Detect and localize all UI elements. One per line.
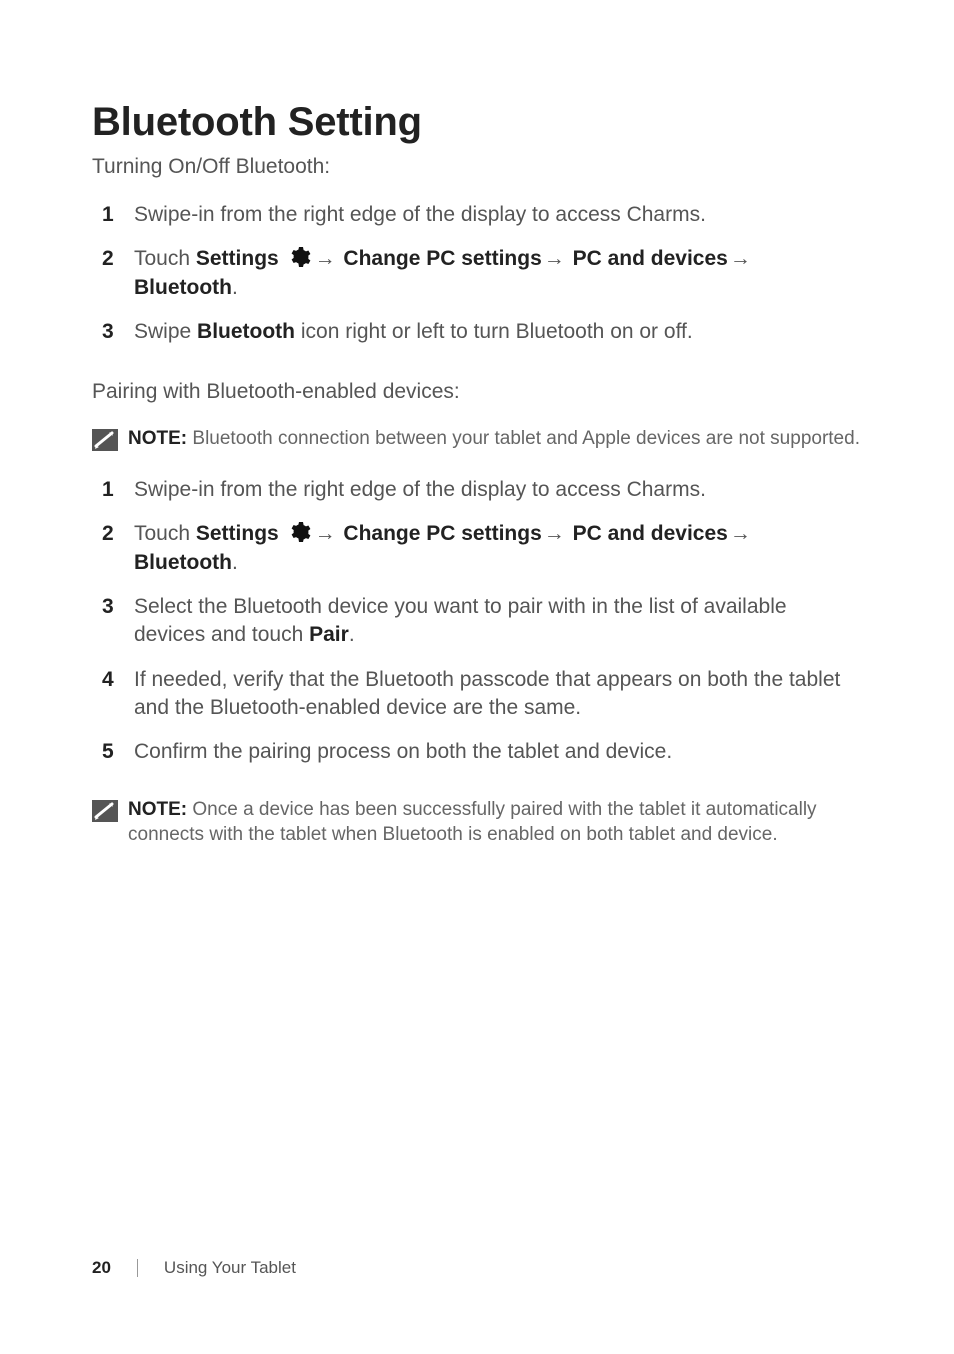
step-body: Confirm the pairing process on both the … bbox=[134, 738, 862, 766]
section1-intro: Turning On/Off Bluetooth: bbox=[92, 155, 862, 179]
text: . bbox=[232, 276, 238, 299]
label-change-pc-settings: Change PC settings bbox=[338, 247, 542, 270]
text: Swipe bbox=[134, 320, 197, 343]
note-text: NOTE: Once a device has been successfull… bbox=[128, 797, 862, 848]
label-pair: Pair bbox=[309, 623, 349, 646]
label-change-pc-settings: Change PC settings bbox=[338, 522, 542, 545]
list-item: 2 Touch Settings → Change PC settings→ P… bbox=[102, 520, 862, 577]
text: . bbox=[232, 551, 238, 574]
step-number: 2 bbox=[102, 245, 134, 273]
step-body: Touch Settings → Change PC settings→ PC … bbox=[134, 520, 862, 577]
text: Bluetooth connection between your tablet… bbox=[192, 428, 860, 449]
label-bluetooth: Bluetooth bbox=[134, 276, 232, 299]
step-body: Swipe Bluetooth icon right or left to tu… bbox=[134, 318, 862, 346]
gear-icon bbox=[287, 245, 311, 269]
step-number: 1 bbox=[102, 476, 134, 504]
page-title: Bluetooth Setting bbox=[92, 100, 862, 145]
step-body: Swipe-in from the right edge of the disp… bbox=[134, 201, 862, 229]
step-number: 2 bbox=[102, 520, 134, 548]
page-number: 20 bbox=[92, 1258, 111, 1278]
step-number: 3 bbox=[102, 318, 134, 346]
text: icon right or left to turn Bluetooth on … bbox=[295, 320, 693, 343]
text: . bbox=[349, 623, 355, 646]
label-pc-and-devices: PC and devices bbox=[567, 522, 728, 545]
label-settings: Settings bbox=[196, 247, 285, 270]
step-number: 3 bbox=[102, 593, 134, 621]
step-body: Select the Bluetooth device you want to … bbox=[134, 593, 862, 650]
text: Once a device has been successfully pair… bbox=[128, 799, 817, 846]
note-text: NOTE: Bluetooth connection between your … bbox=[128, 426, 862, 452]
note-icon bbox=[92, 800, 118, 822]
arrow-icon: → bbox=[313, 522, 338, 545]
footer-divider bbox=[137, 1259, 138, 1277]
label-settings: Settings bbox=[196, 522, 285, 545]
arrow-icon: → bbox=[313, 247, 338, 270]
list-item: 3 Select the Bluetooth device you want t… bbox=[102, 593, 862, 650]
label-bluetooth: Bluetooth bbox=[134, 551, 232, 574]
arrow-icon: → bbox=[728, 247, 753, 270]
list-item: 3 Swipe Bluetooth icon right or left to … bbox=[102, 318, 862, 346]
list-item: 4 If needed, verify that the Bluetooth p… bbox=[102, 666, 862, 723]
step-number: 4 bbox=[102, 666, 134, 694]
note-block: NOTE: Bluetooth connection between your … bbox=[92, 426, 862, 452]
step-body: Swipe-in from the right edge of the disp… bbox=[134, 476, 862, 504]
text: Touch bbox=[134, 522, 196, 545]
note-icon bbox=[92, 429, 118, 451]
section2-list: 1 Swipe-in from the right edge of the di… bbox=[92, 476, 862, 767]
section1-list: 1 Swipe-in from the right edge of the di… bbox=[92, 201, 862, 346]
arrow-icon: → bbox=[728, 522, 753, 545]
step-number: 5 bbox=[102, 738, 134, 766]
step-body: If needed, verify that the Bluetooth pas… bbox=[134, 666, 862, 723]
step-number: 1 bbox=[102, 201, 134, 229]
page-footer: 20 Using Your Tablet bbox=[92, 1258, 296, 1278]
text: Select the Bluetooth device you want to … bbox=[134, 595, 787, 646]
list-item: 5 Confirm the pairing process on both th… bbox=[102, 738, 862, 766]
list-item: 2 Touch Settings → Change PC settings→ P… bbox=[102, 245, 862, 302]
note-label: NOTE: bbox=[128, 428, 192, 449]
label-bluetooth: Bluetooth bbox=[197, 320, 295, 343]
list-item: 1 Swipe-in from the right edge of the di… bbox=[102, 201, 862, 229]
text: Touch bbox=[134, 247, 196, 270]
note-label: NOTE: bbox=[128, 799, 192, 820]
gear-icon bbox=[287, 520, 311, 544]
arrow-icon: → bbox=[542, 522, 567, 545]
note-block: NOTE: Once a device has been successfull… bbox=[92, 797, 862, 848]
arrow-icon: → bbox=[542, 247, 567, 270]
label-pc-and-devices: PC and devices bbox=[567, 247, 728, 270]
section2-intro: Pairing with Bluetooth-enabled devices: bbox=[92, 380, 862, 404]
list-item: 1 Swipe-in from the right edge of the di… bbox=[102, 476, 862, 504]
step-body: Touch Settings → Change PC settings→ PC … bbox=[134, 245, 862, 302]
chapter-title: Using Your Tablet bbox=[164, 1258, 296, 1278]
